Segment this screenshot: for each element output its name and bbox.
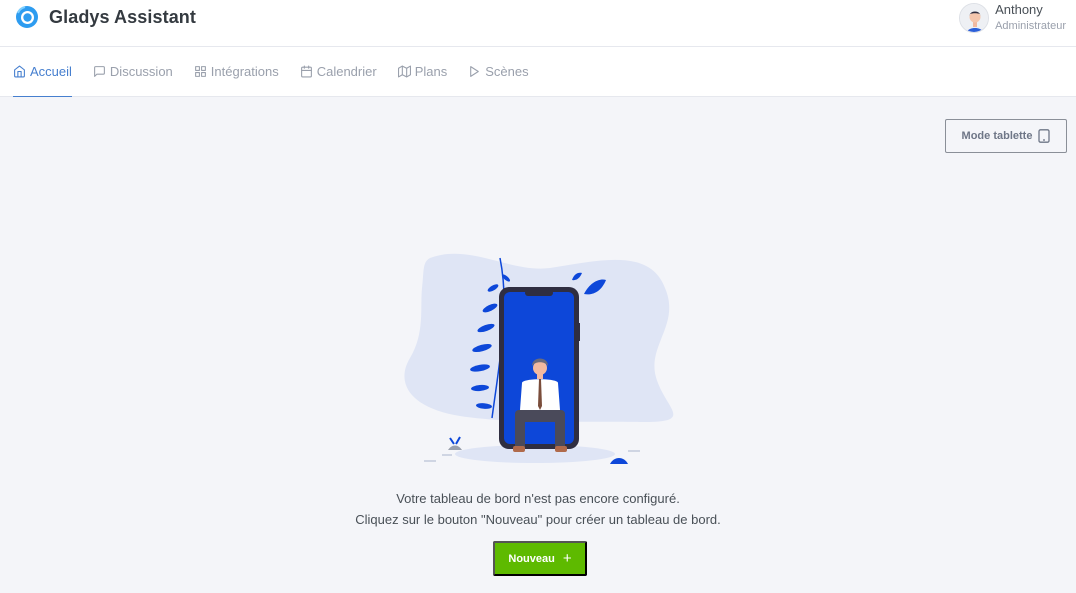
nav-item-scenes[interactable]: Scènes bbox=[468, 47, 529, 97]
tablet-mode-label: Mode tablette bbox=[961, 130, 1033, 142]
new-button-label: Nouveau bbox=[508, 552, 555, 565]
gladys-logo-icon bbox=[16, 6, 38, 28]
nav-label: Calendrier bbox=[316, 64, 377, 79]
nav-item-discussion[interactable]: Discussion bbox=[93, 47, 173, 97]
message-square-icon bbox=[93, 65, 106, 78]
avatar[interactable] bbox=[959, 3, 990, 33]
user-menu[interactable]: Anthony Administrateur bbox=[959, 2, 1066, 33]
user-name: Anthony bbox=[995, 2, 1043, 17]
nav-label: Scènes bbox=[485, 64, 529, 79]
nav-label: Plans bbox=[414, 64, 448, 79]
tablet-mode-button[interactable]: Mode tablette bbox=[945, 119, 1067, 153]
tablet-icon bbox=[1038, 129, 1051, 143]
user-role: Administrateur bbox=[995, 20, 1066, 32]
empty-message-line1: Votre tableau de bord n'est pas encore c… bbox=[396, 491, 680, 506]
play-icon bbox=[468, 65, 481, 78]
nav-label: Accueil bbox=[30, 64, 72, 79]
empty-dashboard-illustration bbox=[404, 253, 674, 464]
nav-label: Intégrations bbox=[210, 64, 279, 79]
user-avatar-icon bbox=[960, 4, 989, 32]
grid-icon bbox=[194, 65, 207, 78]
nav-item-accueil[interactable]: Accueil bbox=[13, 47, 72, 97]
main-nav: Accueil Discussion Intégrations Calendri… bbox=[0, 47, 1076, 97]
new-dashboard-button[interactable]: Nouveau + bbox=[493, 541, 587, 576]
plus-icon: + bbox=[562, 550, 572, 567]
calendar-icon bbox=[300, 65, 313, 78]
app-title: Gladys Assistant bbox=[49, 6, 196, 27]
top-bar: Gladys Assistant Anthony Administrateur bbox=[0, 0, 1076, 47]
nav-item-calendrier[interactable]: Calendrier bbox=[300, 47, 377, 97]
nav-item-plans[interactable]: Plans bbox=[397, 47, 448, 97]
nav-item-integrations[interactable]: Intégrations bbox=[194, 47, 279, 97]
empty-message-line2: Cliquez sur le bouton "Nouveau" pour cré… bbox=[355, 512, 721, 527]
nav-label: Discussion bbox=[109, 64, 173, 79]
home-icon bbox=[13, 65, 26, 78]
user-info: Anthony Administrateur bbox=[995, 2, 1066, 33]
map-icon bbox=[397, 65, 411, 78]
brand[interactable]: Gladys Assistant bbox=[15, 5, 196, 29]
